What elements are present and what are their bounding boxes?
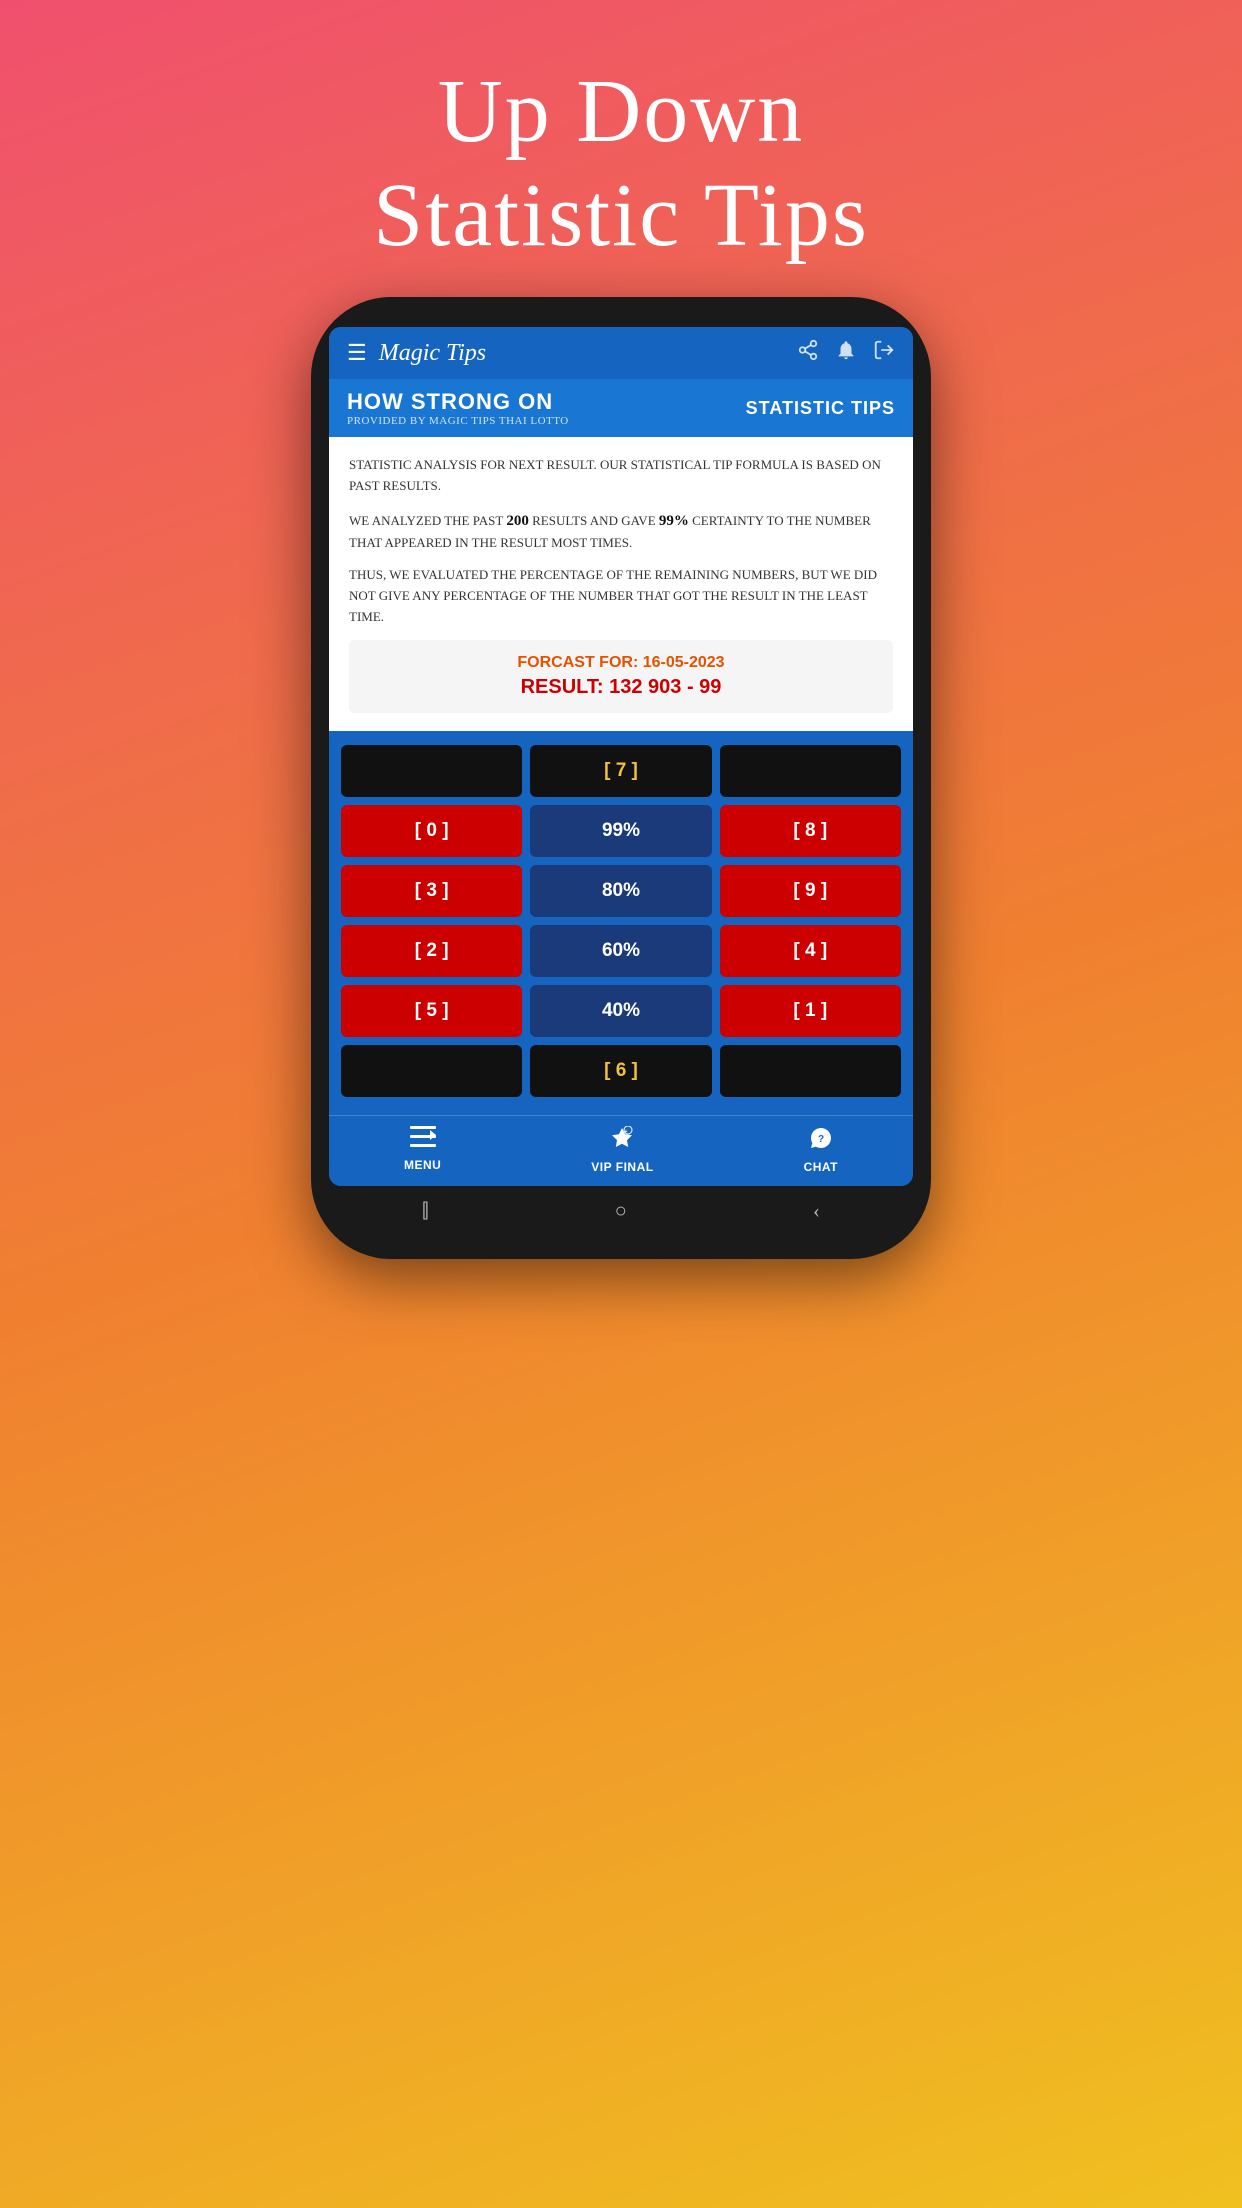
grid-cell[interactable]: [ 7 ]	[530, 745, 711, 797]
nav-icon	[410, 1126, 436, 1154]
forecast-title: Forcast for: 16-05-2023	[363, 654, 879, 672]
nav-item-menu[interactable]: MENU	[404, 1126, 441, 1174]
hamburger-icon[interactable]: ☰	[347, 342, 367, 364]
phone-back-btn: ‹	[813, 1200, 820, 1223]
grid-cell[interactable]: [ 1 ]	[720, 985, 901, 1037]
phone-home-btn: ○	[615, 1200, 627, 1223]
grid-cell	[720, 745, 901, 797]
nav-label: VIP FINAL	[591, 1160, 653, 1174]
phone-nav-bar: ⫿ ○ ‹	[329, 1186, 913, 1229]
nav-item-chat[interactable]: ? CHAT	[804, 1126, 838, 1174]
sub-header-title: How strong on	[347, 389, 569, 415]
grid-cell[interactable]: [ 6 ]	[530, 1045, 711, 1097]
phone-frame: ☰ Magic Tips	[311, 297, 931, 1259]
content-area: Statistic analysis for next result. Our …	[329, 437, 913, 731]
nav-label: MENU	[404, 1158, 441, 1172]
sub-header-subtitle: Provided by Magic tips thai lotto	[347, 415, 569, 427]
grid-cell[interactable]: [ 9 ]	[720, 865, 901, 917]
nav-icon: ?	[809, 1126, 833, 1156]
phone-screen: ☰ Magic Tips	[329, 327, 913, 1186]
grid-cell[interactable]: 40%	[530, 985, 711, 1037]
grid-cell	[720, 1045, 901, 1097]
grid-row: [ 6 ]	[341, 1045, 901, 1097]
forecast-date: 16-05-2023	[643, 654, 725, 671]
grid-cell	[341, 1045, 522, 1097]
grid-cell[interactable]: 60%	[530, 925, 711, 977]
content-para3: Thus, we evaluated the percentage of the…	[349, 565, 893, 627]
content-para2: We analyzed the past 200 results and gav…	[349, 509, 893, 554]
grid-row: [ 0 ]99%[ 8 ]	[341, 805, 901, 857]
grid-cell[interactable]: [ 5 ]	[341, 985, 522, 1037]
grid-cell[interactable]: [ 0 ]	[341, 805, 522, 857]
bottom-nav: MENU + VIP FINAL ? CHAT	[329, 1115, 913, 1186]
grid-cell[interactable]: [ 4 ]	[720, 925, 901, 977]
top-bar: ☰ Magic Tips	[329, 327, 913, 379]
share-icon[interactable]	[797, 339, 819, 367]
nav-label: CHAT	[804, 1160, 838, 1174]
nav-item-vip-final[interactable]: + VIP FINAL	[591, 1126, 653, 1174]
grid-cell[interactable]: 99%	[530, 805, 711, 857]
grid-cell[interactable]: [ 2 ]	[341, 925, 522, 977]
forecast-result: RESULT: 132 903 - 99	[363, 676, 879, 699]
nav-icon: +	[610, 1126, 634, 1156]
svg-text:+: +	[625, 1129, 628, 1135]
grid-row: [ 5 ]40%[ 1 ]	[341, 985, 901, 1037]
brand-logo: Magic Tips	[379, 340, 486, 367]
grid-cell	[341, 745, 522, 797]
grid-cell[interactable]: 80%	[530, 865, 711, 917]
grid-section: [ 7 ][ 0 ]99%[ 8 ][ 3 ]80%[ 9 ][ 2 ]60%[…	[329, 731, 913, 1115]
bell-icon[interactable]	[835, 339, 857, 367]
grid-row: [ 2 ]60%[ 4 ]	[341, 925, 901, 977]
forecast-box: Forcast for: 16-05-2023 RESULT: 132 903 …	[349, 640, 893, 713]
exit-icon[interactable]	[873, 339, 895, 367]
svg-text:?: ?	[818, 1134, 825, 1145]
content-para1: Statistic analysis for next result. Our …	[349, 455, 893, 497]
grid-row: [ 3 ]80%[ 9 ]	[341, 865, 901, 917]
grid-cell[interactable]: [ 3 ]	[341, 865, 522, 917]
page-background-title: Up Down Statistic Tips	[373, 60, 869, 267]
grid-cell[interactable]: [ 8 ]	[720, 805, 901, 857]
sub-header: How strong on Provided by Magic tips tha…	[329, 379, 913, 437]
sub-header-right-label: Statistic Tips	[746, 398, 895, 419]
grid-row: [ 7 ]	[341, 745, 901, 797]
phone-menu-btn: ⫿	[422, 1200, 428, 1223]
